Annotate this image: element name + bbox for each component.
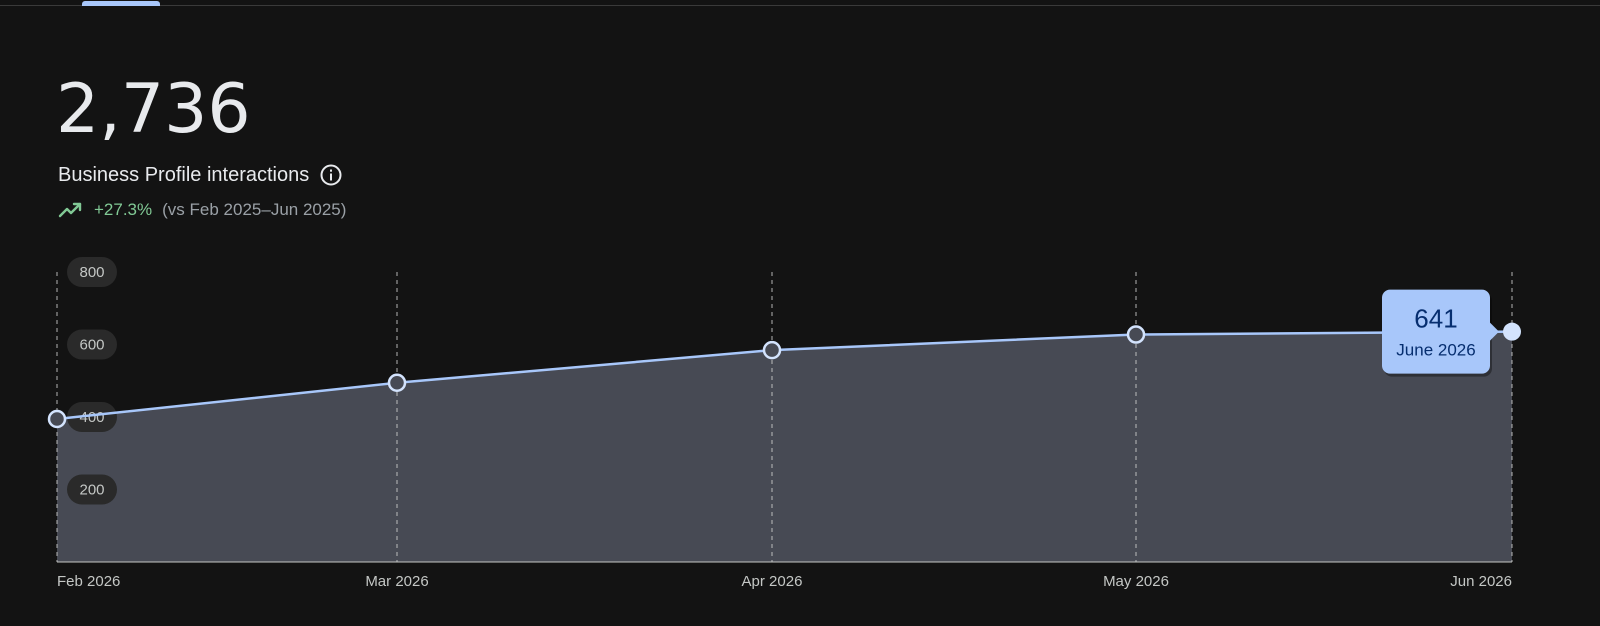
x-tick-label-may-2026: May 2026 xyxy=(1103,573,1169,590)
x-tick-label-apr-2026: Apr 2026 xyxy=(742,573,803,590)
performance-page: 2,736 Business Profile interactions +27.… xyxy=(0,0,1600,626)
y-tick-label-600: 600 xyxy=(79,337,104,354)
chart-area-fill xyxy=(57,331,1512,562)
tooltip-label: June 2026 xyxy=(1396,341,1475,360)
data-point-mar-2026[interactable] xyxy=(387,373,407,392)
data-point-apr-2026[interactable] xyxy=(762,340,782,360)
tooltip-value: 641 xyxy=(1414,304,1457,334)
y-tick-label-800: 800 xyxy=(79,264,104,281)
y-tick-label-200: 200 xyxy=(79,482,104,499)
data-point-feb-2026[interactable] xyxy=(47,409,67,429)
x-tick-label-jun-2026: Jun 2026 xyxy=(1450,573,1512,590)
y-tick-label-400: 400 xyxy=(79,409,104,426)
data-point-may-2026[interactable] xyxy=(1126,325,1146,344)
x-tick-label-mar-2026: Mar 2026 xyxy=(365,573,428,590)
x-tick-label-feb-2026: Feb 2026 xyxy=(57,573,120,590)
data-point-jun-2026[interactable] xyxy=(1503,322,1521,341)
interactions-chart[interactable]: 200 400 600 800 Feb 2026 Mar 2026 Apr 2026 May … xyxy=(0,0,1600,626)
